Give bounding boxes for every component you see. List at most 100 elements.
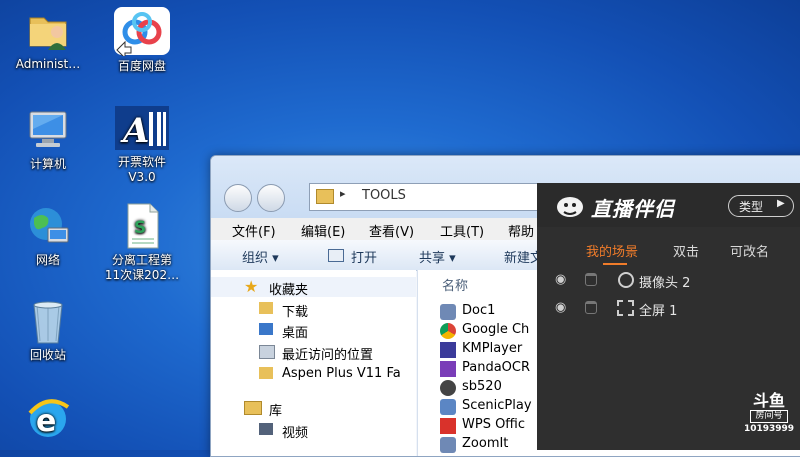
nav-videos[interactable]: 视频 [211,420,416,441]
library-icon [244,401,262,415]
column-header-name[interactable]: 名称 [442,275,468,294]
mascot-logo-icon [557,197,583,217]
spreadsheet-icon: S [118,202,166,250]
folder-icon [316,189,334,204]
lock-icon[interactable] [585,273,597,286]
desktop-icon-recycle-bin[interactable]: 回收站 [2,297,94,363]
shortcut-icon [440,304,456,320]
tab-double-click[interactable]: 双击 [673,241,699,260]
share-button[interactable]: 共享 ▾ [419,247,456,266]
nav-item-label: 下载 [282,305,309,320]
room-label: 房间号 [750,410,788,423]
chevron-right-icon: ▶ [777,198,785,209]
video-library-icon [259,423,273,435]
nav-favorites-label: 收藏夹 [269,283,309,298]
desktop-icon-label: 百度网盘 [117,59,166,73]
type-button-label: 类型 [739,200,764,214]
desktop-icon-separation-course[interactable]: S 分离工程第 11次课202… [96,202,188,283]
desktop-icon-label: 计算机 [29,157,66,171]
scene-row[interactable]: ◉ 摄像头 2 [537,269,800,295]
downloads-folder-icon [259,302,273,314]
organize-button[interactable]: 组织 ▾ [242,247,279,266]
file-name: ZoomIt [462,436,509,451]
file-name: ScenicPlay [462,398,532,413]
baidu-netdisk-icon [113,6,171,60]
chrome-icon [440,323,456,339]
open-icon [328,249,344,262]
file-name: Doc1 [462,303,496,318]
nav-item-label: 桌面 [282,326,309,341]
nav-aspen[interactable]: Aspen Plus V11 Fa [211,364,416,384]
desktop-icon-label: V3.0 [128,170,156,184]
menu-tools[interactable]: 工具(T) [440,221,484,240]
eye-icon[interactable]: ◉ [555,272,566,287]
tab-renamable[interactable]: 可改名 [730,241,769,260]
desktop-icon-computer[interactable]: 计算机 [2,106,94,172]
panda-ocr-icon [440,361,456,377]
desktop-icon-label: Administ… [15,57,81,71]
desktop-icon-invoice-software[interactable]: A 开票软件 V3.0 [96,104,188,185]
desktop-icon-internet-explorer[interactable]: e [2,395,94,446]
recycle-bin-icon [24,297,72,345]
menu-view[interactable]: 查看(V) [369,221,414,240]
nav-downloads[interactable]: 下载 [211,299,416,320]
type-button[interactable]: 类型 ▶ [728,195,794,217]
svg-text:A: A [120,111,149,151]
douyu-watermark: 斗鱼 房间号 10193999 [742,392,796,435]
scene-label: 摄像头 2 [639,276,691,291]
nav-item-label: Aspen Plus V11 Fa [282,366,401,381]
file-name: Google Ch [462,322,530,337]
desktop-icon-label: 回收站 [29,348,66,362]
nav-libraries-label: 库 [269,404,283,419]
menu-file[interactable]: 文件(F) [232,221,276,240]
wps-office-icon [440,418,456,434]
open-button[interactable]: 打开 [351,247,377,266]
room-number: 10193999 [743,424,795,434]
menu-help[interactable]: 帮助 [508,221,534,240]
recent-places-icon [259,345,275,359]
back-button[interactable] [224,184,252,212]
desktop-icon-label: 分离工程第 [111,253,172,267]
panel-header: 直播伴侣 类型 ▶ [537,183,800,227]
svg-text:S: S [134,218,146,238]
kmplayer-icon [440,342,456,358]
douyu-logo: 斗鱼 [752,391,785,410]
ie-letter: e [36,404,56,439]
folder-icon [259,367,273,379]
file-name: sb520 [462,379,502,394]
file-name: KMPlayer [462,341,523,356]
nav-libraries[interactable]: 库 [211,398,416,419]
scene-row[interactable]: ◉ 全屏 1 [537,297,800,323]
network-icon [24,202,72,250]
scene-label: 全屏 1 [639,304,678,319]
active-tab-underline [603,263,627,265]
navigation-pane: ★ 收藏夹 下载 桌面 最近访问的位置 Aspen Plus V11 Fa 库 … [211,270,416,456]
desktop-icon-baidu-netdisk[interactable]: 百度网盘 [96,6,188,74]
lock-icon[interactable] [585,301,597,314]
nav-item-label: 最近访问的位置 [282,348,374,363]
nav-favorites[interactable]: ★ 收藏夹 [211,277,416,298]
zoomit-icon [440,437,456,453]
live-companion-panel: 直播伴侣 类型 ▶ 我的场景 双击 可改名 ◉ 摄像头 2 ◉ 全屏 1 斗鱼 … [537,183,800,450]
chevron-right-icon: ▸ [340,187,346,200]
desktop-icon-administrator[interactable]: Administ… [2,6,94,72]
eye-icon[interactable]: ◉ [555,300,566,315]
tab-my-scenes[interactable]: 我的场景 [586,241,638,260]
computer-icon [24,106,72,154]
menu-edit[interactable]: 编辑(E) [301,221,345,240]
desktop-icon-network[interactable]: 网络 [2,202,94,268]
desktop-icon-label: 网络 [35,253,60,267]
nav-desktop[interactable]: 桌面 [211,320,416,341]
back-arrow-icon [225,185,251,211]
file-name: WPS Offic [462,417,526,432]
user-folder-icon [24,6,72,54]
address-text: TOOLS [362,188,406,203]
internet-explorer-icon: e [24,395,72,443]
desktop-folder-icon [259,323,273,335]
fullscreen-icon [617,300,634,316]
forward-button[interactable] [257,184,285,212]
nav-recent-places[interactable]: 最近访问的位置 [211,342,416,363]
nav-item-label: 视频 [282,426,309,441]
sb520-icon [440,380,456,396]
file-name: PandaOCR [462,360,531,375]
